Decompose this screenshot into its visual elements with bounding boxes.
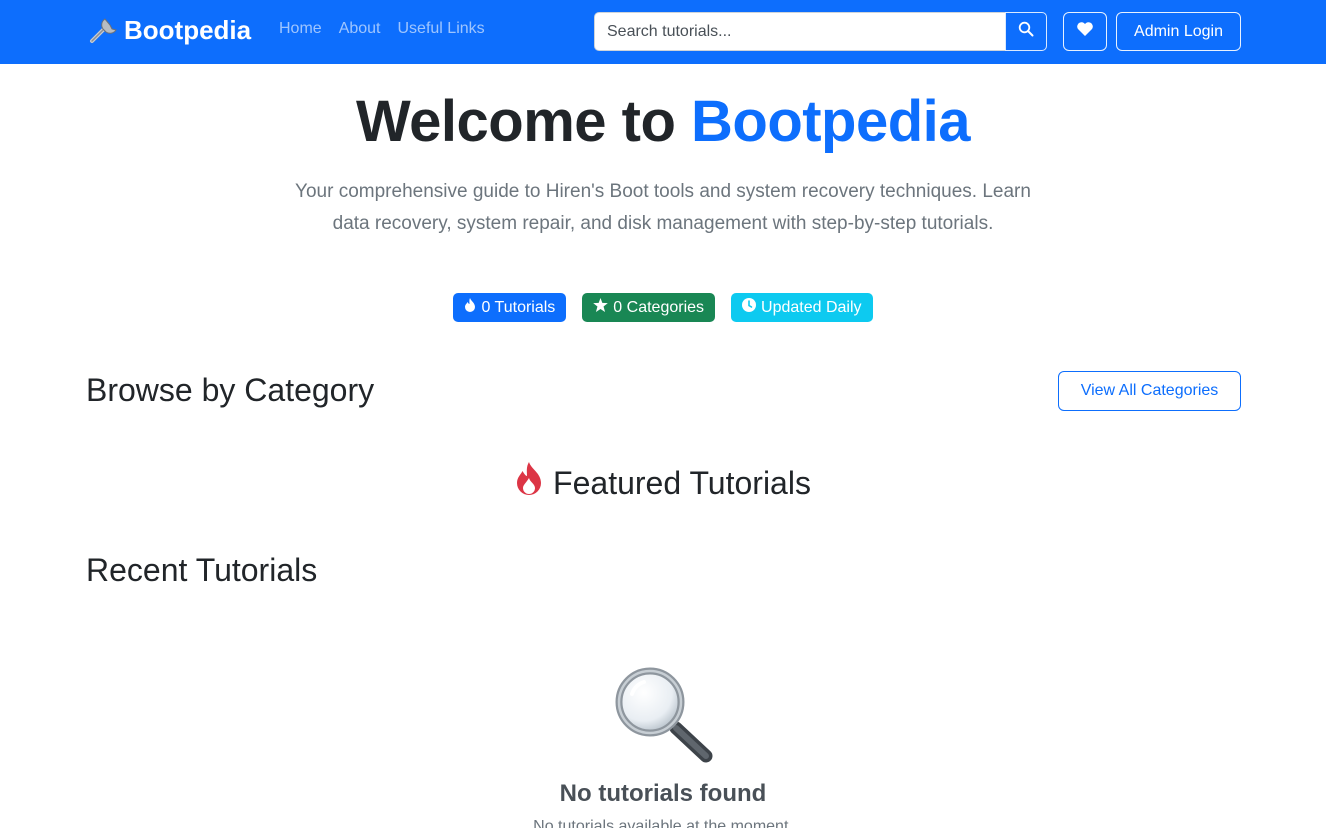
featured-heading-text: Featured Tutorials <box>553 464 811 501</box>
brand-link[interactable]: Bootpedia <box>86 14 251 46</box>
hero-title: Welcome to Bootpedia <box>0 88 1326 155</box>
fire-icon <box>515 462 543 504</box>
hero-title-accent: Bootpedia <box>691 89 971 154</box>
search-icon <box>1018 21 1034 42</box>
hero-subtitle: Your comprehensive guide to Hiren's Boot… <box>295 181 1031 234</box>
nav-link-about[interactable]: About <box>339 20 381 38</box>
favorites-button[interactable] <box>1063 12 1107 51</box>
hero-title-prefix: Welcome to <box>355 89 676 154</box>
stats-badges: 0 Tutorials 0 Categories Updated Daily <box>0 293 1326 322</box>
admin-login-button[interactable]: Admin Login <box>1116 12 1241 51</box>
updated-daily-badge: Updated Daily <box>731 293 873 322</box>
heart-icon <box>1076 21 1094 42</box>
tutorials-count-label: 0 Tutorials <box>481 298 556 316</box>
clock-icon <box>742 298 757 317</box>
fire-icon <box>464 298 476 317</box>
tutorials-count-badge: 0 Tutorials <box>453 293 567 322</box>
featured-heading: Featured Tutorials <box>0 462 1326 504</box>
search-button[interactable] <box>1005 12 1047 51</box>
brand-name: Bootpedia <box>124 14 252 45</box>
empty-state-title: No tutorials found <box>559 780 767 807</box>
updated-daily-label: Updated Daily <box>761 298 862 316</box>
navbar: Bootpedia Home About Useful Links Admin … <box>0 0 1326 64</box>
star-icon <box>593 298 609 317</box>
wrench-icon <box>86 14 118 46</box>
nav-links: Home About Useful Links <box>279 20 485 38</box>
search-input[interactable] <box>594 12 1005 51</box>
magnifying-glass-icon <box>612 664 716 764</box>
search-form <box>594 12 1047 51</box>
empty-state-text: No tutorials available at the moment. <box>533 818 793 828</box>
categories-count-label: 0 Categories <box>613 298 705 316</box>
nav-link-home[interactable]: Home <box>279 20 322 38</box>
categories-count-badge: 0 Categories <box>582 293 716 322</box>
nav-link-useful-links[interactable]: Useful Links <box>398 20 485 38</box>
browse-category-heading: Browse by Category <box>86 372 375 408</box>
view-all-categories-button[interactable]: View All Categories <box>1058 371 1241 411</box>
recent-tutorials-heading: Recent Tutorials <box>86 552 318 588</box>
